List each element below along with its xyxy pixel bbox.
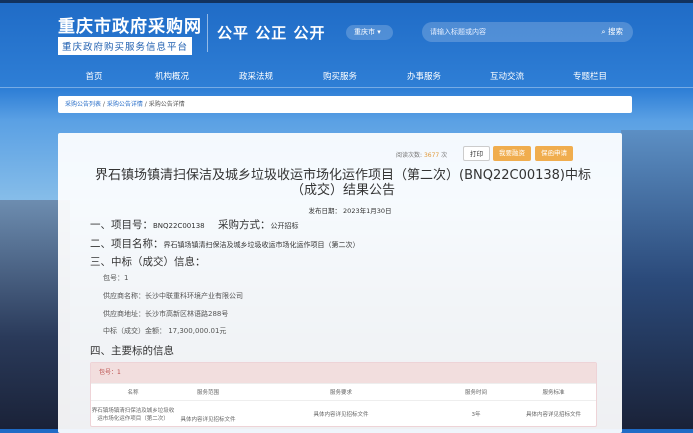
view-count: 阅读次数: 3677 次 (396, 150, 447, 159)
divider (207, 14, 208, 52)
value: BNQ22C00138 (153, 222, 205, 230)
search-icon: ⌕ (601, 27, 606, 36)
column-header: 名称 (127, 390, 139, 396)
section-award-info: 三、中标（成交）信息： (90, 256, 206, 268)
search-input[interactable] (430, 25, 580, 39)
section-project-name: 二、项目名称：界石镇场镇清扫保洁及城乡垃圾收运市场化运作项目（第二次） (90, 236, 360, 251)
chevron-down-icon: ▾ (377, 28, 381, 36)
items-table: 包号：1 名称 服务范围 服务要求 服务时间 服务标准 界石镇场镇清扫保洁及城乡… (90, 362, 597, 427)
nav-item-purchase-services[interactable]: 购买服务 (323, 70, 357, 82)
supplier-name: 供应商名称：长沙中联重科环境产业有限公司 (103, 292, 243, 300)
page-title: 界石镇场镇清扫保洁及城乡垃圾收运市场化运作项目（第二次）(BNQ22C00138… (95, 168, 591, 198)
column-header: 服务范围 (196, 390, 219, 396)
value: 公开招标 (270, 222, 299, 230)
views-label: 阅读次数: (396, 152, 423, 159)
nav-item-regulations[interactable]: 政采法规 (239, 70, 273, 82)
search-button[interactable]: ⌕ 搜索 (601, 26, 623, 37)
top-border (0, 0, 693, 3)
section-main-items: 四、主要标的信息 (90, 345, 174, 357)
value: 界石镇场镇清扫保洁及城乡垃圾收运市场化运作项目（第二次） (163, 241, 360, 249)
package-number: 包号：1 (103, 274, 129, 282)
guarantee-button[interactable]: 保函申请 (535, 146, 573, 161)
label: 采购方式： (217, 219, 271, 231)
publish-date: 发布日期： 2023年1月30日 (308, 207, 392, 215)
nav-item-services[interactable]: 办事服务 (407, 70, 441, 82)
city-background-right (621, 130, 693, 429)
column-header: 服务要求 (329, 390, 352, 396)
table-header: 名称 服务范围 服务要求 服务时间 服务标准 (91, 383, 596, 400)
table-cell: 具体内容详见招标文件 (313, 411, 369, 418)
nav-item-home[interactable]: 首页 (85, 70, 102, 82)
label: 一、项目号： (90, 219, 153, 231)
breadcrumb-link[interactable]: 采购公告详情 (107, 101, 143, 108)
section-project-number: 一、项目号：BNQ22C00138 采购方式：公开招标 (90, 217, 298, 232)
breadcrumb-link[interactable]: 采购公告列表 (65, 101, 101, 108)
slogan: 公平 公正 公开 (217, 24, 326, 42)
nav-item-interaction[interactable]: 互动交流 (490, 70, 524, 82)
breadcrumb-current: 采购公告详情 (148, 101, 185, 108)
site-title[interactable]: 重庆市政府采购网 (58, 12, 202, 37)
city-select-value: 重庆市 (354, 28, 375, 36)
column-header: 服务标准 (542, 390, 565, 396)
search-box: ⌕ 搜索 (422, 22, 633, 42)
label: 二、项目名称： (90, 238, 164, 250)
table-cell: 具体内容详见招标文件 (180, 417, 236, 423)
search-button-label: 搜索 (608, 27, 623, 36)
print-button[interactable]: 打印 (463, 146, 490, 161)
main-nav: 首页 机构概况 政采法规 购买服务 办事服务 互动交流 专题栏目 (0, 68, 693, 88)
table-package: 包号：1 (91, 363, 596, 383)
table-cell: 具体内容详见招标文件 (525, 411, 581, 418)
nav-item-about[interactable]: 机构概况 (155, 70, 189, 82)
table-cell: 3年 (471, 411, 481, 418)
table-cell: 界石镇场镇清扫保洁及城乡垃圾收运市场化运作项目（第二次） (91, 407, 175, 422)
city-select[interactable]: 重庆市 ▾ (346, 25, 393, 40)
table-row: 界石镇场镇清扫保洁及城乡垃圾收运市场化运作项目（第二次） 具体内容详见招标文件 … (91, 400, 596, 426)
site-subtitle: 重庆政府购买服务信息平台 (58, 37, 193, 55)
supplier-address: 供应商地址：长沙市高新区林语路288号 (103, 310, 229, 318)
views-unit: 次 (441, 152, 448, 159)
breadcrumb: 采购公告列表 / 采购公告详情 / 采购公告详情 (58, 96, 632, 113)
views-value: 3677 (423, 152, 440, 159)
article-card: 阅读次数: 3677 次 打印 我要融资 保函申请 界石镇场镇清扫保洁及城乡垃圾… (58, 133, 622, 433)
award-amount: 中标（成交）金额： 17,300,000.01元 (103, 327, 227, 335)
finance-button[interactable]: 我要融资 (493, 146, 531, 161)
nav-item-topics[interactable]: 专题栏目 (573, 70, 607, 82)
column-header: 服务时间 (464, 390, 487, 396)
